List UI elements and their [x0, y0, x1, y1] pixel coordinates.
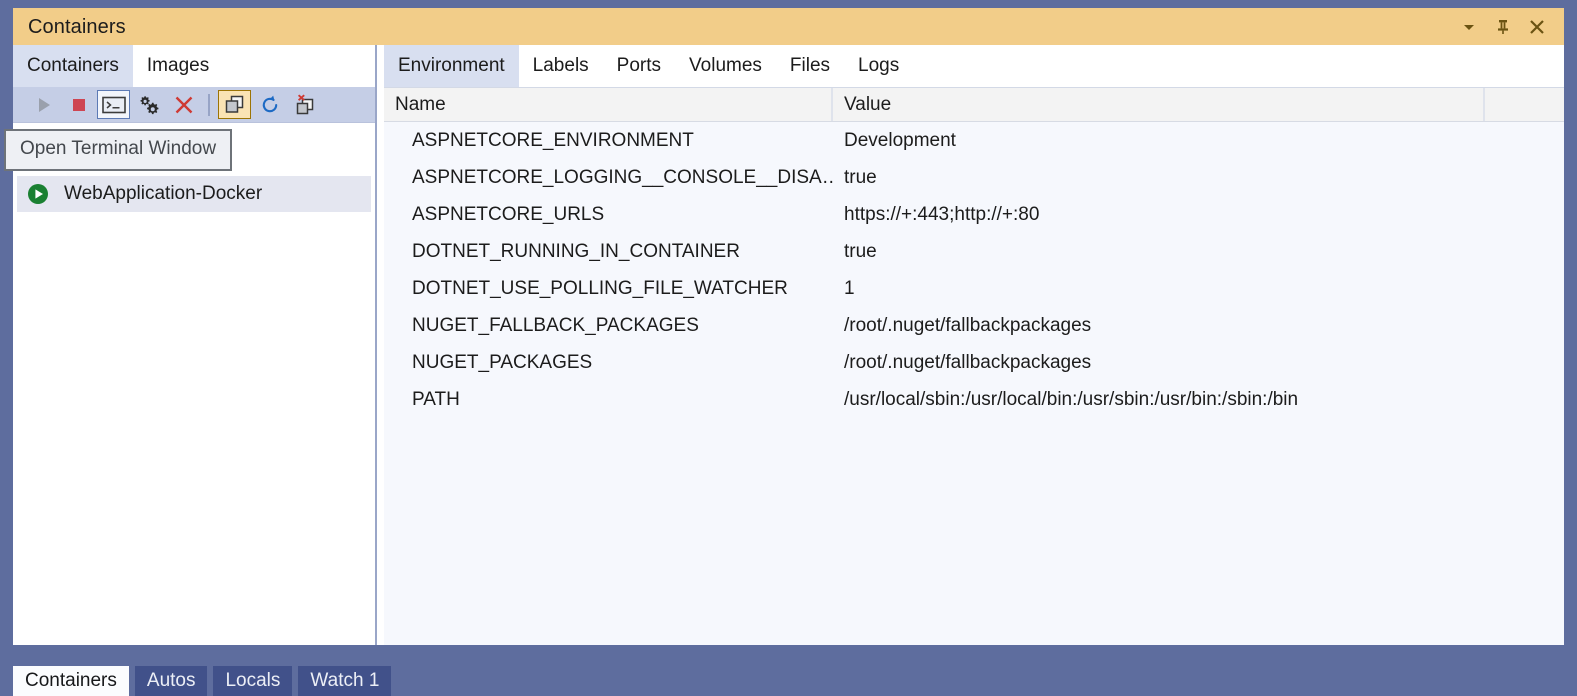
- table-row[interactable]: NUGET_FALLBACK_PACKAGES/root/.nuget/fall…: [384, 307, 1564, 344]
- table-row[interactable]: ASPNETCORE_URLS https://+:443;http://+:80: [384, 196, 1564, 233]
- running-status-icon: [28, 184, 48, 204]
- tab-volumes-label: Volumes: [689, 55, 762, 76]
- bottom-tab-autos-label: Autos: [146, 670, 196, 691]
- tab-volumes[interactable]: Volumes: [675, 45, 776, 87]
- table-row[interactable]: ASPNETCORE_LOGGING__CONSOLE__DISA… true: [384, 159, 1564, 196]
- tab-containers-label: Containers: [27, 55, 119, 76]
- cell-name: ASPNETCORE_LOGGING__CONSOLE__DISA…: [412, 166, 833, 188]
- list-item[interactable]: WebApplication-Docker: [17, 176, 371, 212]
- view-settings-button[interactable]: [132, 90, 165, 119]
- cell-name: ASPNETCORE_URLS: [412, 203, 605, 225]
- table-row[interactable]: DOTNET_USE_POLLING_FILE_WATCHER 1: [384, 270, 1564, 307]
- table-row[interactable]: PATH/usr/local/sbin:/usr/local/bin:/usr/…: [384, 381, 1564, 418]
- tab-logs[interactable]: Logs: [844, 45, 913, 87]
- cell-value: /usr/local/sbin:/usr/local/bin:/usr/sbin…: [844, 388, 1299, 410]
- cell-value: /root/.nuget/fallbackpackages: [844, 351, 1092, 373]
- cell-name: PATH: [412, 388, 460, 410]
- table-row[interactable]: NUGET_PACKAGES/root/.nuget/fallbackpacka…: [384, 344, 1564, 381]
- containers-images-tabstrip: Containers Images: [13, 45, 375, 87]
- cell-name: DOTNET_RUNNING_IN_CONTAINER: [412, 240, 740, 262]
- bottom-tab-watch1[interactable]: Watch 1: [298, 666, 392, 696]
- tab-files-label: Files: [789, 55, 831, 76]
- cell-name: NUGET_FALLBACK_PACKAGES: [412, 314, 699, 336]
- start-button[interactable]: [27, 90, 60, 119]
- tab-labels-label: Labels: [532, 55, 589, 76]
- show-containers-button[interactable]: [218, 90, 251, 119]
- tab-environment[interactable]: Environment: [384, 45, 519, 87]
- bottom-tab-containers[interactable]: Containers: [13, 666, 129, 696]
- column-header-value[interactable]: Value: [833, 88, 1485, 121]
- tab-ports-label: Ports: [616, 55, 662, 76]
- bottom-tab-watch1-label: Watch 1: [310, 670, 380, 691]
- window-title-bar: Containers: [13, 8, 1564, 45]
- tool-window-body: Containers Images Open Terminal Window W…: [4, 45, 1564, 645]
- table-body: ASPNETCORE_ENVIRONMENT Development ASPNETC…: [384, 122, 1564, 418]
- cell-value: true: [844, 166, 877, 188]
- tab-ports[interactable]: Ports: [603, 45, 675, 87]
- prune-containers-button[interactable]: [288, 90, 321, 119]
- details-tabstrip: Environment Labels Ports Volumes Files L…: [384, 45, 1564, 87]
- cell-value: true: [844, 240, 877, 262]
- tab-containers[interactable]: Containers: [13, 45, 133, 87]
- bottom-tab-containers-label: Containers: [25, 670, 117, 691]
- close-icon[interactable]: [1520, 10, 1554, 44]
- pane-splitter[interactable]: [375, 45, 377, 645]
- bottom-tabstrip: Containers Autos Locals Watch 1: [0, 652, 1577, 696]
- table-row[interactable]: DOTNET_RUNNING_IN_CONTAINER true: [384, 233, 1564, 270]
- bottom-tab-locals-label: Locals: [225, 670, 281, 691]
- column-header-name[interactable]: Name: [384, 88, 833, 121]
- cell-value: Development: [844, 129, 956, 151]
- open-terminal-window-button[interactable]: [97, 90, 130, 119]
- tab-images[interactable]: Images: [133, 45, 223, 87]
- cell-name: NUGET_PACKAGES: [412, 351, 593, 373]
- toolbar-separator: [208, 93, 210, 116]
- bottom-tab-locals[interactable]: Locals: [213, 666, 293, 696]
- cell-name: DOTNET_USE_POLLING_FILE_WATCHER: [412, 277, 788, 299]
- containers-list: Open Terminal Window WebApplication-Dock…: [4, 122, 375, 645]
- refresh-button[interactable]: [253, 90, 286, 119]
- tab-files[interactable]: Files: [776, 45, 844, 87]
- remove-container-button[interactable]: [167, 90, 200, 119]
- cell-value: 1: [844, 277, 855, 299]
- tab-environment-label: Environment: [398, 55, 505, 76]
- tab-images-label: Images: [146, 55, 210, 76]
- column-header-blank[interactable]: [1485, 88, 1564, 121]
- containers-toolbar: [13, 87, 375, 122]
- chevron-down-icon[interactable]: [1452, 10, 1486, 44]
- cell-value: https://+:443;http://+:80: [844, 203, 1040, 225]
- cell-name: ASPNETCORE_ENVIRONMENT: [412, 129, 694, 151]
- table-header-row: Name Value: [384, 88, 1564, 122]
- tab-labels[interactable]: Labels: [519, 45, 603, 87]
- containers-pane: Containers Images Open Terminal Window W…: [4, 45, 375, 645]
- tool-window-frame: Containers Containers Images Open Termin…: [0, 0, 1577, 696]
- toolbar-tooltip: Open Terminal Window: [4, 129, 233, 171]
- tab-logs-label: Logs: [858, 55, 900, 76]
- cell-value: /root/.nuget/fallbackpackages: [844, 314, 1092, 336]
- bottom-tab-autos[interactable]: Autos: [134, 666, 208, 696]
- container-details-pane: Environment Labels Ports Volumes Files L…: [384, 45, 1564, 645]
- table-row[interactable]: ASPNETCORE_ENVIRONMENT Development: [384, 122, 1564, 159]
- stop-button[interactable]: [62, 90, 95, 119]
- pin-icon[interactable]: [1486, 10, 1520, 44]
- environment-table: Name Value ASPNETCORE_ENVIRONMENT Develop…: [384, 87, 1564, 645]
- window-controls: [1452, 10, 1564, 44]
- page-title: Containers: [28, 15, 126, 38]
- container-name: WebApplication-Docker: [64, 183, 263, 204]
